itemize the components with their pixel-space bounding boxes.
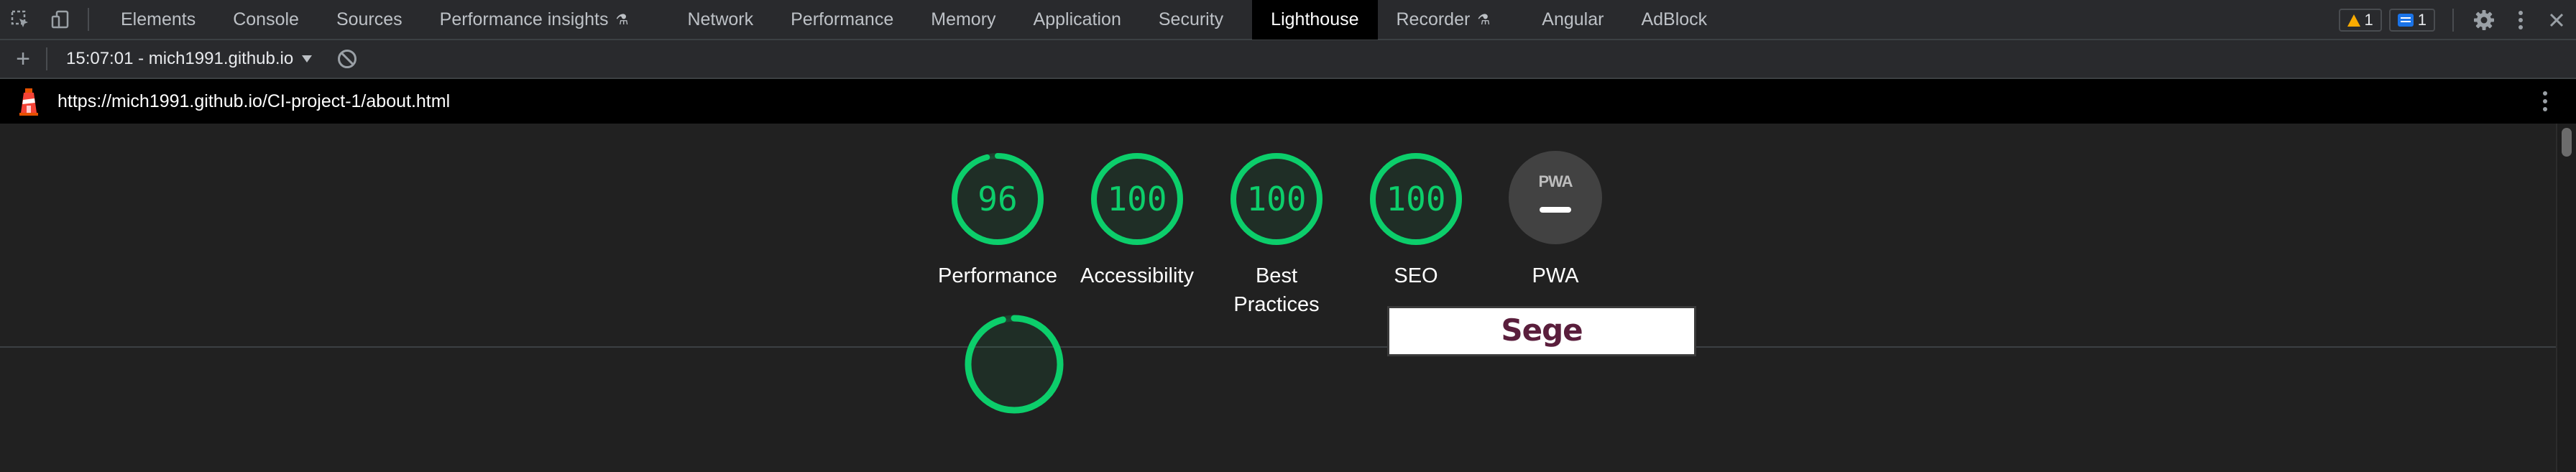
warning-icon — [2347, 14, 2360, 27]
lighthouse-toolbar: + 15:07:01 - mich1991.github.io — [0, 40, 2576, 79]
vertical-scrollbar[interactable] — [2556, 124, 2576, 472]
section-divider — [0, 346, 2556, 348]
tab-angular[interactable]: Angular — [1523, 0, 1622, 40]
messages-counter[interactable]: 1 — [2388, 9, 2435, 32]
tab-label: Elements — [121, 9, 196, 29]
gauge-score: 96 — [978, 180, 1018, 218]
gauge-label: Accessibility — [1080, 264, 1194, 287]
message-icon — [2397, 14, 2414, 27]
tab-network[interactable]: Network — [668, 0, 772, 40]
gauge-accessibility[interactable]: 100 Accessibility — [1067, 151, 1207, 290]
warnings-count: 1 — [2364, 11, 2373, 29]
gauge-label: Best Practices — [1233, 264, 1320, 316]
tab-application[interactable]: Application — [1015, 0, 1140, 40]
tab-label: Lighthouse — [1271, 9, 1359, 29]
settings-gear-icon[interactable] — [2464, 0, 2504, 40]
gauge-ring: 100 — [1089, 151, 1185, 247]
gauge-ring: 100 — [1228, 151, 1325, 247]
tab-label: Security — [1158, 9, 1224, 29]
tab-recorder[interactable]: Recorder ⚗ — [1378, 0, 1509, 40]
tab-elements[interactable]: Elements — [102, 0, 214, 40]
pwa-badge-icon: PWA — [1509, 151, 1602, 244]
score-gauges: 96 Performance 100 Accessibility 100 Bes… — [0, 124, 2556, 346]
tab-sources[interactable]: Sources — [318, 0, 421, 40]
gauge-best-practices[interactable]: 100 Best Practices — [1207, 151, 1346, 319]
gauge-score: 100 — [1246, 180, 1307, 218]
pwa-dash — [1540, 207, 1571, 213]
tab-label: Application — [1033, 9, 1121, 29]
toolbar-divider — [2452, 9, 2454, 32]
report-url: https://mich1991.github.io/CI-project-1/… — [58, 91, 451, 111]
scrollbar-thumb[interactable] — [2562, 128, 2572, 157]
report-url-bar: https://mich1991.github.io/CI-project-1/… — [0, 79, 2576, 124]
tab-performance-insights[interactable]: Performance insights ⚗ — [421, 0, 648, 40]
report-content: 96 Performance 100 Accessibility 100 Bes… — [0, 124, 2576, 472]
warnings-counter[interactable]: 1 — [2338, 9, 2382, 32]
thumbnail-logo-text: Sege — [1501, 313, 1583, 348]
tab-label: Performance insights — [439, 9, 609, 29]
gauge-seo[interactable]: 100 SEO — [1346, 151, 1486, 290]
tab-label: Angular — [1542, 9, 1604, 29]
lighthouse-logo-icon — [0, 87, 58, 116]
gauge-ring: 96 — [949, 151, 1046, 247]
messages-count: 1 — [2417, 11, 2426, 29]
inspect-element-icon[interactable] — [0, 0, 40, 40]
tab-performance[interactable]: Performance — [772, 0, 912, 40]
pwa-badge-text: PWA — [1538, 172, 1573, 190]
gauge-label: SEO — [1394, 264, 1438, 287]
report-selector-value: 15:07:01 - mich1991.github.io — [66, 49, 294, 68]
tab-label: Performance — [791, 9, 894, 29]
tab-console[interactable]: Console — [214, 0, 318, 40]
gauge-pwa[interactable]: PWA PWA — [1486, 151, 1625, 290]
gauge-score: 100 — [1107, 180, 1167, 218]
chevron-down-icon — [302, 55, 313, 63]
report-menu-icon[interactable] — [2543, 91, 2547, 115]
close-icon[interactable] — [2537, 0, 2576, 40]
report-selector[interactable]: 15:07:01 - mich1991.github.io — [46, 47, 313, 70]
tab-label: Console — [233, 9, 299, 29]
new-report-plus-icon[interactable]: + — [0, 40, 46, 78]
experimental-flask-icon: ⚗ — [1477, 11, 1491, 28]
gauge-label: Performance — [937, 264, 1057, 287]
tab-lighthouse[interactable]: Lighthouse — [1252, 0, 1378, 40]
tab-label: AdBlock — [1641, 9, 1708, 29]
experimental-flask-icon: ⚗ — [615, 11, 629, 28]
device-toolbar-icon[interactable] — [40, 0, 80, 40]
tab-memory[interactable]: Memory — [912, 0, 1014, 40]
clear-reports-icon[interactable] — [338, 50, 357, 68]
tab-label: Recorder — [1396, 9, 1471, 29]
toolbar-right-actions: 1 1 — [2338, 0, 2576, 40]
more-options-icon[interactable] — [2504, 0, 2537, 40]
tab-label: Memory — [931, 9, 996, 29]
performance-large-gauge — [965, 315, 1064, 414]
gauge-performance[interactable]: 96 Performance — [928, 151, 1067, 290]
tab-label: Network — [687, 9, 754, 29]
devtools-tab-bar: Elements Console Sources Performance ins… — [0, 0, 2576, 40]
gauge-ring: 100 — [1368, 151, 1464, 247]
gauge-score: 100 — [1386, 180, 1446, 218]
toolbar-divider — [88, 8, 89, 31]
gauge-label: PWA — [1532, 264, 1579, 287]
tab-label: Sources — [336, 9, 402, 29]
tab-security[interactable]: Security — [1140, 0, 1242, 40]
tab-adblock[interactable]: AdBlock — [1622, 0, 1726, 40]
page-screenshot-thumbnail[interactable]: Sege — [1387, 306, 1696, 356]
